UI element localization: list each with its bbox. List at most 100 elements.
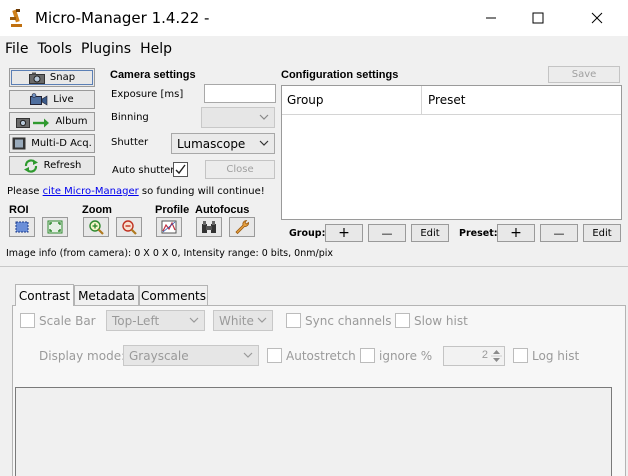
save-config-button[interactable]: Save (548, 66, 620, 83)
scale-bar-label: Scale Bar (39, 314, 96, 328)
sync-channels-checkbox[interactable] (286, 313, 301, 328)
tab-comments[interactable]: Comments (139, 285, 208, 306)
ignore-percent-value: 2 (481, 349, 488, 361)
scale-bar-checkbox[interactable] (20, 313, 35, 328)
profile-title: Profile (155, 204, 190, 216)
minimize-icon (486, 17, 496, 19)
tab-contrast[interactable]: Contrast (15, 284, 74, 306)
menu-help[interactable]: Help (135, 38, 176, 62)
binning-select[interactable] (201, 107, 275, 128)
log-hist-label: Log hist (532, 349, 580, 363)
camera-icon (28, 72, 45, 84)
scale-bar-position-value: Top-Left (112, 313, 160, 328)
cite-message: Please cite Micro-Manager so funding wil… (7, 186, 265, 197)
album-button[interactable]: Album (9, 112, 95, 131)
autofocus-settings-button[interactable] (229, 217, 255, 237)
line-profile-button[interactable] (156, 217, 182, 237)
add-group-button[interactable]: + (325, 224, 363, 242)
binoculars-icon (202, 221, 216, 233)
maximize-icon (532, 12, 544, 24)
close-shutter-label: Close (226, 164, 254, 175)
menu-file[interactable]: File (0, 38, 32, 62)
chevron-down-icon (259, 114, 269, 120)
display-mode-select[interactable]: Grayscale (123, 345, 259, 366)
roi-select-icon (15, 221, 29, 233)
multi-d-label: Multi-D Acq. (31, 138, 92, 149)
scale-bar-color-value: White (219, 313, 254, 328)
chevron-down-icon (257, 317, 267, 323)
autofocus-button[interactable] (196, 217, 222, 237)
autofocus-title: Autofocus (195, 204, 250, 216)
edit-group-button[interactable]: Edit (411, 224, 449, 242)
menu-plugins[interactable]: Plugins (76, 38, 135, 62)
zoom-out-button[interactable] (116, 217, 142, 237)
spinner-arrows-icon[interactable] (491, 348, 502, 364)
configuration-table[interactable]: Group Preset (281, 85, 622, 220)
plus-icon: + (510, 225, 522, 241)
configuration-settings-title: Configuration settings (281, 69, 399, 81)
maximize-button[interactable] (515, 0, 561, 36)
film-strip-icon (12, 137, 26, 150)
edit-preset-label: Edit (592, 227, 612, 239)
edit-preset-button[interactable]: Edit (583, 224, 621, 242)
group-column-header[interactable]: Group (282, 86, 422, 115)
close-window-button[interactable] (574, 0, 620, 36)
exposure-input[interactable] (204, 84, 276, 103)
roi-title: ROI (9, 204, 29, 216)
autostretch-checkbox[interactable] (267, 348, 282, 363)
ignore-percent-spinner[interactable]: 2 (443, 346, 505, 366)
full-frame-icon (47, 220, 63, 234)
camera-settings-title: Camera settings (110, 69, 196, 81)
chevron-down-icon (189, 317, 199, 323)
sync-channels-label: Sync channels (305, 314, 392, 328)
cite-micro-manager-link[interactable]: cite Micro-Manager (43, 186, 139, 197)
shutter-value: Lumascope (177, 136, 246, 151)
video-camera-icon (30, 92, 48, 106)
live-label: Live (53, 94, 74, 105)
save-config-label: Save (571, 69, 597, 80)
scale-bar-color-select[interactable]: White (213, 310, 273, 331)
add-preset-button[interactable]: + (497, 224, 535, 242)
shutter-select[interactable]: Lumascope (171, 133, 275, 154)
minus-icon: — (381, 226, 393, 240)
menu-tools[interactable]: Tools (32, 38, 76, 62)
slow-hist-label: Slow hist (414, 314, 468, 328)
tab-metadata[interactable]: Metadata (74, 285, 139, 306)
panel-divider (0, 266, 628, 267)
window-title: Micro-Manager 1.4.22 - (35, 9, 210, 27)
close-shutter-button[interactable]: Close (205, 160, 275, 179)
clear-roi-button[interactable] (42, 217, 68, 237)
slow-hist-checkbox[interactable] (395, 313, 410, 328)
menu-bar: File Tools Plugins Help (0, 38, 628, 62)
preset-column-header[interactable]: Preset (422, 86, 621, 115)
preset-label: Preset: (459, 228, 498, 239)
remove-group-button[interactable]: — (368, 224, 406, 242)
refresh-button[interactable]: Refresh (9, 156, 95, 175)
checkmark-icon (175, 164, 186, 175)
camera-to-album-icon (16, 117, 50, 128)
close-icon (591, 12, 603, 24)
snap-button[interactable]: Snap (9, 68, 95, 87)
minimize-button[interactable] (468, 0, 514, 36)
refresh-label: Refresh (43, 160, 82, 171)
minus-icon: — (553, 226, 565, 240)
remove-preset-button[interactable]: — (540, 224, 578, 242)
auto-shutter-checkbox[interactable] (173, 162, 188, 177)
multi-d-acquisition-button[interactable]: Multi-D Acq. (9, 134, 95, 153)
shutter-label: Shutter (111, 137, 149, 148)
set-roi-button[interactable] (9, 217, 35, 237)
chevron-down-icon (243, 352, 253, 358)
autostretch-label: Autostretch (286, 349, 356, 363)
live-button[interactable]: Live (9, 90, 95, 109)
ignore-percent-checkbox[interactable] (360, 348, 375, 363)
scale-bar-position-select[interactable]: Top-Left (106, 310, 205, 331)
chevron-down-icon (259, 140, 269, 146)
plus-icon: + (338, 225, 350, 241)
snap-label: Snap (49, 72, 76, 83)
display-mode-label: Display mode: (39, 349, 126, 363)
zoom-in-button[interactable] (83, 217, 109, 237)
refresh-icon (23, 158, 38, 173)
histogram-area[interactable] (15, 387, 612, 476)
group-label: Group: (289, 228, 326, 239)
log-hist-checkbox[interactable] (513, 348, 528, 363)
